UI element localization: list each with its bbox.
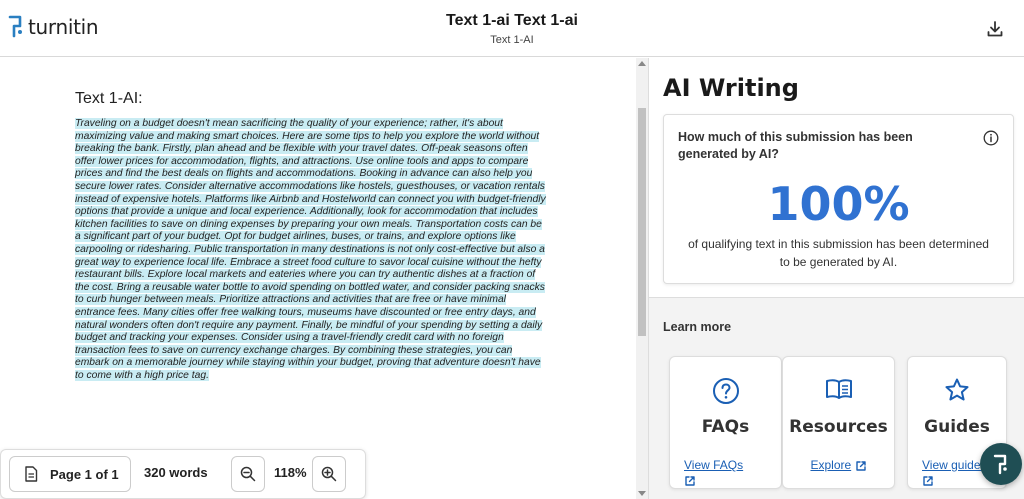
- app-header: turnitin Text 1-ai Text 1-ai Text 1-AI: [0, 0, 1024, 57]
- zoom-out-icon: [240, 466, 256, 482]
- document-viewer[interactable]: Text 1-AI: Traveling on a budget doesn't…: [0, 58, 636, 499]
- ai-highlighted-text[interactable]: Traveling on a budget doesn't mean sacri…: [75, 118, 546, 381]
- zoom-in-button[interactable]: [312, 456, 346, 492]
- scroll-thumb[interactable]: [638, 108, 646, 336]
- view-faqs-link[interactable]: View FAQs: [684, 458, 743, 472]
- download-icon: [987, 21, 1003, 37]
- explore-link-wrap[interactable]: Explore: [783, 458, 894, 472]
- ai-score-card: How much of this submission has been gen…: [663, 114, 1014, 284]
- view-guides-link[interactable]: View guides: [922, 458, 987, 472]
- resources-icon-wrap: [783, 377, 894, 401]
- ai-summary-section: AI Writing How much of this submission h…: [649, 58, 1024, 298]
- document-scrollbar[interactable]: [636, 58, 648, 499]
- panel-title: AI Writing: [663, 74, 799, 102]
- turnitin-help-icon: [993, 454, 1007, 475]
- page-navigation-button[interactable]: Page 1 of 1: [9, 456, 131, 492]
- download-button[interactable]: [982, 16, 1008, 42]
- faqs-card-title: FAQs: [701, 417, 750, 437]
- zoom-level: 118%: [274, 465, 307, 480]
- ai-writing-panel: AI Writing How much of this submission h…: [648, 58, 1024, 499]
- info-icon[interactable]: [983, 130, 999, 146]
- scroll-down-arrow-icon[interactable]: [638, 491, 646, 496]
- document-subtitle: Text 1-AI: [490, 34, 534, 46]
- external-link-icon[interactable]: [922, 475, 934, 487]
- resources-card-title: Resources: [789, 417, 888, 437]
- document-text[interactable]: Traveling on a budget doesn't mean sacri…: [75, 118, 547, 382]
- document-title: Text 1-ai Text 1-ai: [446, 12, 578, 29]
- explore-link[interactable]: Explore: [810, 458, 851, 472]
- word-count: 320 words: [144, 465, 208, 480]
- scroll-up-arrow-icon[interactable]: [638, 61, 646, 66]
- help-launcher-button[interactable]: [980, 443, 1022, 485]
- viewer-toolbar: Page 1 of 1 320 words 118%: [0, 449, 366, 499]
- star-icon: [945, 378, 969, 401]
- guides-icon-wrap: [908, 377, 1006, 403]
- resources-card[interactable]: Resources Explore: [782, 356, 895, 489]
- faq-icon-wrap: [670, 377, 781, 405]
- page-icon: [25, 466, 38, 482]
- document-heading: Text 1-AI:: [75, 90, 143, 107]
- ai-description: of qualifying text in this submission ha…: [688, 237, 989, 269]
- question-circle-icon: [712, 378, 739, 404]
- zoom-in-icon: [321, 466, 337, 482]
- ai-percentage: 100%: [767, 177, 910, 231]
- learn-more-heading: Learn more: [663, 320, 732, 334]
- external-link-icon[interactable]: [855, 460, 867, 472]
- page-label: Page 1 of 1: [50, 466, 119, 482]
- faqs-card[interactable]: FAQs View FAQs: [669, 356, 782, 489]
- zoom-out-button[interactable]: [231, 456, 265, 492]
- external-link-icon[interactable]: [684, 475, 696, 487]
- title-block: Text 1-ai Text 1-ai Text 1-AI: [0, 12, 1024, 46]
- ai-question: How much of this submission has been gen…: [678, 130, 913, 161]
- open-book-icon: [825, 379, 852, 399]
- guides-card-title: Guides: [924, 417, 990, 437]
